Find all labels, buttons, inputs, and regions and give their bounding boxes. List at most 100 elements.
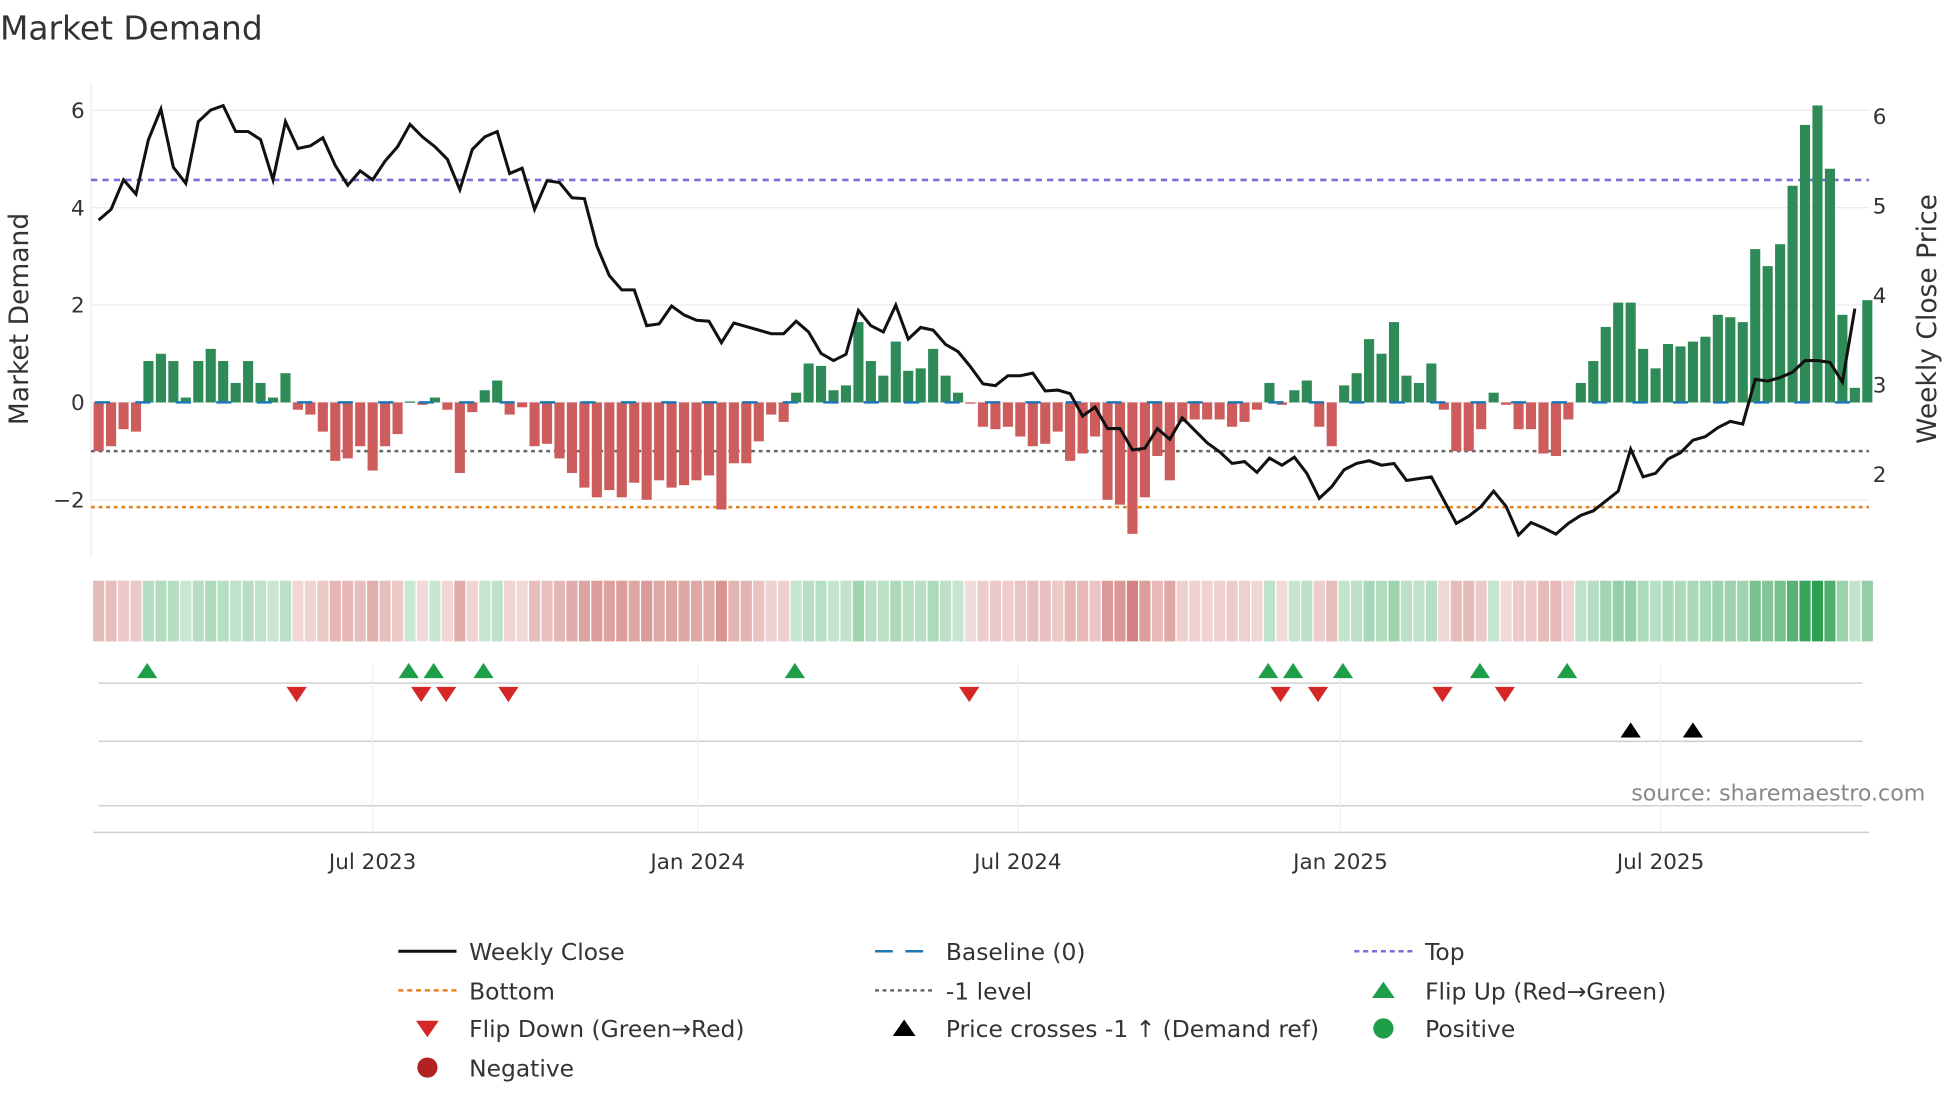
flip-up-marker xyxy=(1556,662,1578,679)
demand-bar xyxy=(616,402,627,498)
heat-cell xyxy=(753,580,765,642)
heat-cell xyxy=(1002,580,1014,642)
demand-bar xyxy=(566,402,577,474)
heat-cell xyxy=(1488,580,1500,642)
heat-cell xyxy=(1600,580,1612,642)
demand-bar xyxy=(1650,368,1661,403)
heat-cell xyxy=(1326,580,1338,642)
demand-bar xyxy=(1812,105,1823,403)
heat-cell xyxy=(641,580,653,642)
heat-cell xyxy=(1151,580,1163,642)
heat-cell xyxy=(765,580,777,642)
demand-bar xyxy=(1513,402,1524,430)
heat-cell xyxy=(703,580,715,642)
heat-cell xyxy=(267,580,279,642)
y2-tick-label: 3 xyxy=(1873,373,1887,398)
heat-cell xyxy=(404,580,416,642)
heat-cell xyxy=(591,580,603,642)
heat-cell xyxy=(1251,580,1263,642)
heat-cell xyxy=(1674,580,1687,642)
heat-cell xyxy=(728,580,740,642)
source-label: source: sharemaestro.com xyxy=(1631,781,1925,807)
event-markers xyxy=(93,662,1869,834)
demand-bar xyxy=(442,402,453,410)
y-tick-label: 0 xyxy=(71,391,85,416)
heat-cell xyxy=(952,580,964,642)
demand-bar xyxy=(1725,317,1736,403)
heat-cell xyxy=(429,580,441,642)
demand-bar xyxy=(218,361,229,403)
flip-down-marker xyxy=(1494,686,1515,703)
heat-cell xyxy=(1101,580,1114,642)
demand-bar xyxy=(1625,302,1636,403)
demand-bar xyxy=(990,402,1001,430)
heat-cell xyxy=(1450,580,1462,642)
heat-cell xyxy=(1014,580,1026,642)
demand-bar xyxy=(703,402,715,476)
demand-bar xyxy=(1488,392,1499,403)
heat-cell xyxy=(1612,580,1624,642)
heat-cell xyxy=(342,580,354,642)
heat-cell xyxy=(117,580,130,642)
legend-label: Flip Down (Green→Red) xyxy=(469,1015,744,1043)
demand-bar xyxy=(803,363,814,403)
weekly-close-line xyxy=(97,103,1857,538)
x-tick-label: Jul 2025 xyxy=(1615,850,1704,875)
heat-cell xyxy=(1724,580,1736,642)
heat-cell xyxy=(1463,580,1475,642)
demand-bar xyxy=(1862,300,1873,403)
heat-cell xyxy=(217,580,229,642)
heat-cell xyxy=(1139,580,1151,642)
demand-bar xyxy=(928,348,939,403)
demand-bar xyxy=(1501,402,1512,405)
flip-up-marker xyxy=(1282,662,1304,679)
triangle-up-icon xyxy=(892,1019,916,1036)
demand-bar xyxy=(1251,402,1263,410)
heat-cell xyxy=(242,580,254,642)
demand-bar xyxy=(1339,385,1350,403)
demand-bar xyxy=(118,402,129,430)
heat-cell xyxy=(1774,580,1786,642)
demand-bar xyxy=(977,402,989,427)
heat-cell xyxy=(1438,580,1450,642)
demand-bar xyxy=(903,370,914,403)
heat-cell xyxy=(666,580,678,642)
demand-bar xyxy=(1326,402,1337,447)
demand-bar xyxy=(853,322,864,403)
heat-cell xyxy=(1662,580,1674,642)
demand-bar xyxy=(193,361,204,403)
demand-bar xyxy=(1588,361,1599,403)
flip-up-marker xyxy=(1469,662,1491,679)
demand-bar xyxy=(778,402,789,422)
demand-bar xyxy=(392,402,403,435)
legend-item-cross: Price crosses -1 ↑ (Demand ref) xyxy=(892,1015,1319,1043)
demand-bar xyxy=(728,402,739,464)
heat-cell xyxy=(964,580,977,642)
heat-cell xyxy=(1027,580,1039,642)
heat-cell xyxy=(1762,580,1774,642)
heat-cell xyxy=(877,580,889,642)
heat-cell xyxy=(628,580,640,642)
demand-bar xyxy=(1463,402,1474,452)
demand-bar xyxy=(678,402,690,486)
heat-cell xyxy=(616,580,628,642)
flip-up-marker xyxy=(423,662,444,679)
demand-bar xyxy=(1239,402,1250,422)
legend-item-minus1: -1 level xyxy=(875,977,1032,1005)
heat-cell xyxy=(1425,580,1437,642)
x-axis-ticks: Jul 2023 Jan 2024 Jul 2024 Jan 2025 Jul 2025 xyxy=(327,850,1704,875)
demand-bar xyxy=(1563,402,1574,420)
demand-bar xyxy=(454,402,465,474)
heat-cell xyxy=(940,580,952,642)
demand-bar xyxy=(529,402,540,447)
legend-label: Baseline (0) xyxy=(946,938,1086,966)
demand-bar xyxy=(1737,322,1748,403)
heat-cell xyxy=(1799,580,1811,642)
demand-bar xyxy=(1849,387,1860,403)
left-axis-ticks: 6 4 2 0 −2 xyxy=(53,99,85,513)
y2-tick-label: 2 xyxy=(1873,463,1887,488)
right-axis-label: Weekly Close Price xyxy=(1912,194,1943,444)
demand-bar xyxy=(953,392,964,403)
heat-cell xyxy=(529,580,541,642)
demand-bar xyxy=(666,402,677,488)
